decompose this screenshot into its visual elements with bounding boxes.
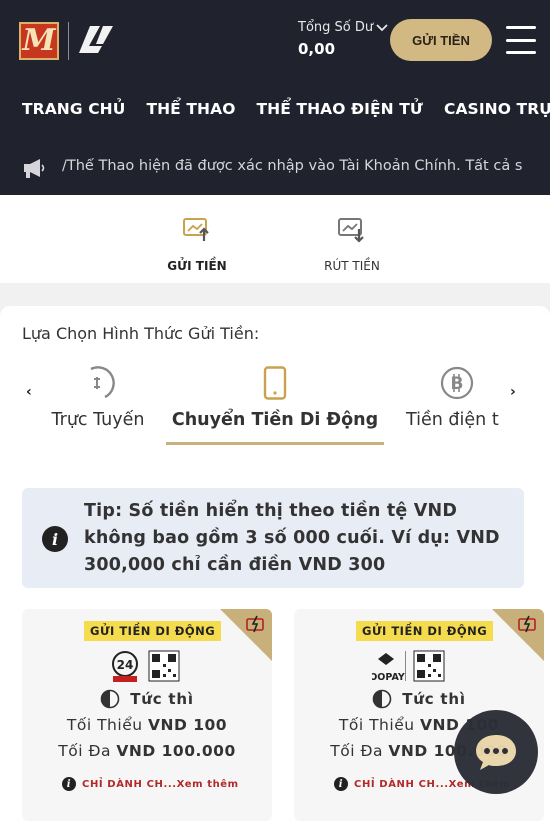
nav-sports[interactable]: THỂ THAO	[146, 100, 235, 118]
tip-box: i Tip: Số tiền hiển thị theo tiền tệ VND…	[22, 488, 524, 588]
method-online[interactable]: Trực Tuyến	[40, 366, 156, 430]
tab-deposit[interactable]: GỬI TIỀN	[152, 215, 242, 273]
deposit-icon	[183, 218, 209, 241]
method-online-label: Trực Tuyến	[51, 410, 145, 430]
clock-icon	[100, 689, 120, 709]
wallet-actions: GỬI TIỀN RÚT TIỀN	[0, 195, 550, 283]
brand-logo-letter: M	[22, 23, 56, 58]
logo-divider	[68, 22, 69, 60]
provider-logo-24h-vietpay-icon: 24	[112, 650, 180, 682]
info-icon: i	[42, 526, 68, 552]
method-mobile-label: Chuyển Tiền Di Động	[171, 410, 379, 430]
bitcoin-icon: B	[440, 366, 474, 400]
tab-deposit-label: GỬI TIỀN	[167, 259, 227, 273]
option-speed: Tức thì	[22, 689, 272, 709]
nav-home[interactable]: TRANG CHỦ	[22, 100, 125, 118]
chevron-down-icon	[376, 23, 388, 31]
method-prev-arrow[interactable]: ‹	[26, 384, 32, 400]
nav-esports[interactable]: THỂ THAO ĐIỆN TỬ	[257, 100, 423, 118]
svg-text:24: 24	[117, 658, 134, 672]
option-badge: GỬI TIỀN DI ĐỘNG	[356, 621, 494, 641]
tip-text: Tip: Số tiền hiển thị theo tiền tệ VND k…	[84, 501, 500, 575]
payment-option-24h-vietpay[interactable]: GỬI TIỀN DI ĐỘNG 24 Tức thì Tối Thiểu VN…	[22, 609, 272, 821]
announcement-ticker[interactable]: /Thể Thao hiện đã được xác nhập vào Tài …	[0, 148, 550, 188]
info-icon: i	[334, 777, 348, 791]
tab-withdraw-label: RÚT TIỀN	[324, 259, 380, 273]
method-section-title: Lựa Chọn Hình Thức Gửi Tiền:	[22, 324, 260, 343]
main-nav: TRANG CHỦ THỂ THAO THỂ THAO ĐIỆN TỬ CASI…	[0, 90, 550, 128]
option-badge: GỬI TIỀN DI ĐỘNG	[84, 621, 222, 641]
option-speed-text: Tức thì	[130, 690, 194, 708]
svg-text:B: B	[451, 374, 464, 394]
balance-value: 0,00	[298, 40, 336, 58]
method-crypto-label: Tiền điện t	[406, 410, 499, 430]
nav-live-casino[interactable]: CASINO TRỰC TUYẾN	[444, 100, 550, 118]
megaphone-icon	[24, 159, 45, 178]
brand-logo[interactable]: M	[19, 22, 59, 60]
live-chat-button[interactable]	[454, 710, 538, 794]
menu-icon[interactable]	[506, 26, 536, 54]
option-speed-text: Tức thì	[402, 690, 466, 708]
provider-logo-oopay-icon: OOPAY	[372, 650, 445, 683]
method-mobile-transfer[interactable]: Chuyển Tiền Di Động	[166, 366, 384, 430]
method-crypto[interactable]: B Tiền điện t	[398, 366, 508, 430]
corner-flash-icon	[220, 609, 272, 661]
active-method-underline	[166, 442, 384, 445]
balance-label[interactable]: Tổng Số Dư	[298, 20, 388, 35]
method-next-arrow[interactable]: ›	[510, 384, 516, 400]
info-icon: i	[62, 777, 76, 791]
chat-bubble-icon	[476, 735, 516, 770]
mobile-phone-icon	[263, 366, 287, 400]
partner-logo-icon	[79, 26, 113, 53]
clock-icon	[372, 689, 392, 709]
option-min-amount: Tối Thiểu VND 100	[66, 716, 228, 734]
online-bank-icon	[90, 366, 115, 399]
option-note-text: CHỈ DÀNH CH...Xem thêm	[82, 778, 239, 790]
top-header: M Tổng Số Dư 0,00 GỬI TIỀN TRANG CHỦ THỂ…	[0, 0, 550, 195]
withdraw-icon	[338, 218, 364, 243]
option-speed: Tức thì	[294, 689, 544, 709]
balance-label-text: Tổng Số Dư	[298, 20, 374, 35]
svg-text:OOPAY: OOPAY	[372, 672, 405, 683]
ticker-text: /Thể Thao hiện đã được xác nhập vào Tài …	[62, 158, 522, 174]
option-max-amount: Tối Đa VND 100.000	[58, 742, 236, 760]
deposit-button[interactable]: GỬI TIỀN	[390, 19, 492, 61]
tab-withdraw[interactable]: RÚT TIỀN	[307, 215, 397, 273]
option-note[interactable]: i CHỈ DÀNH CH...Xem thêm	[62, 777, 239, 791]
corner-flash-icon	[492, 609, 544, 661]
